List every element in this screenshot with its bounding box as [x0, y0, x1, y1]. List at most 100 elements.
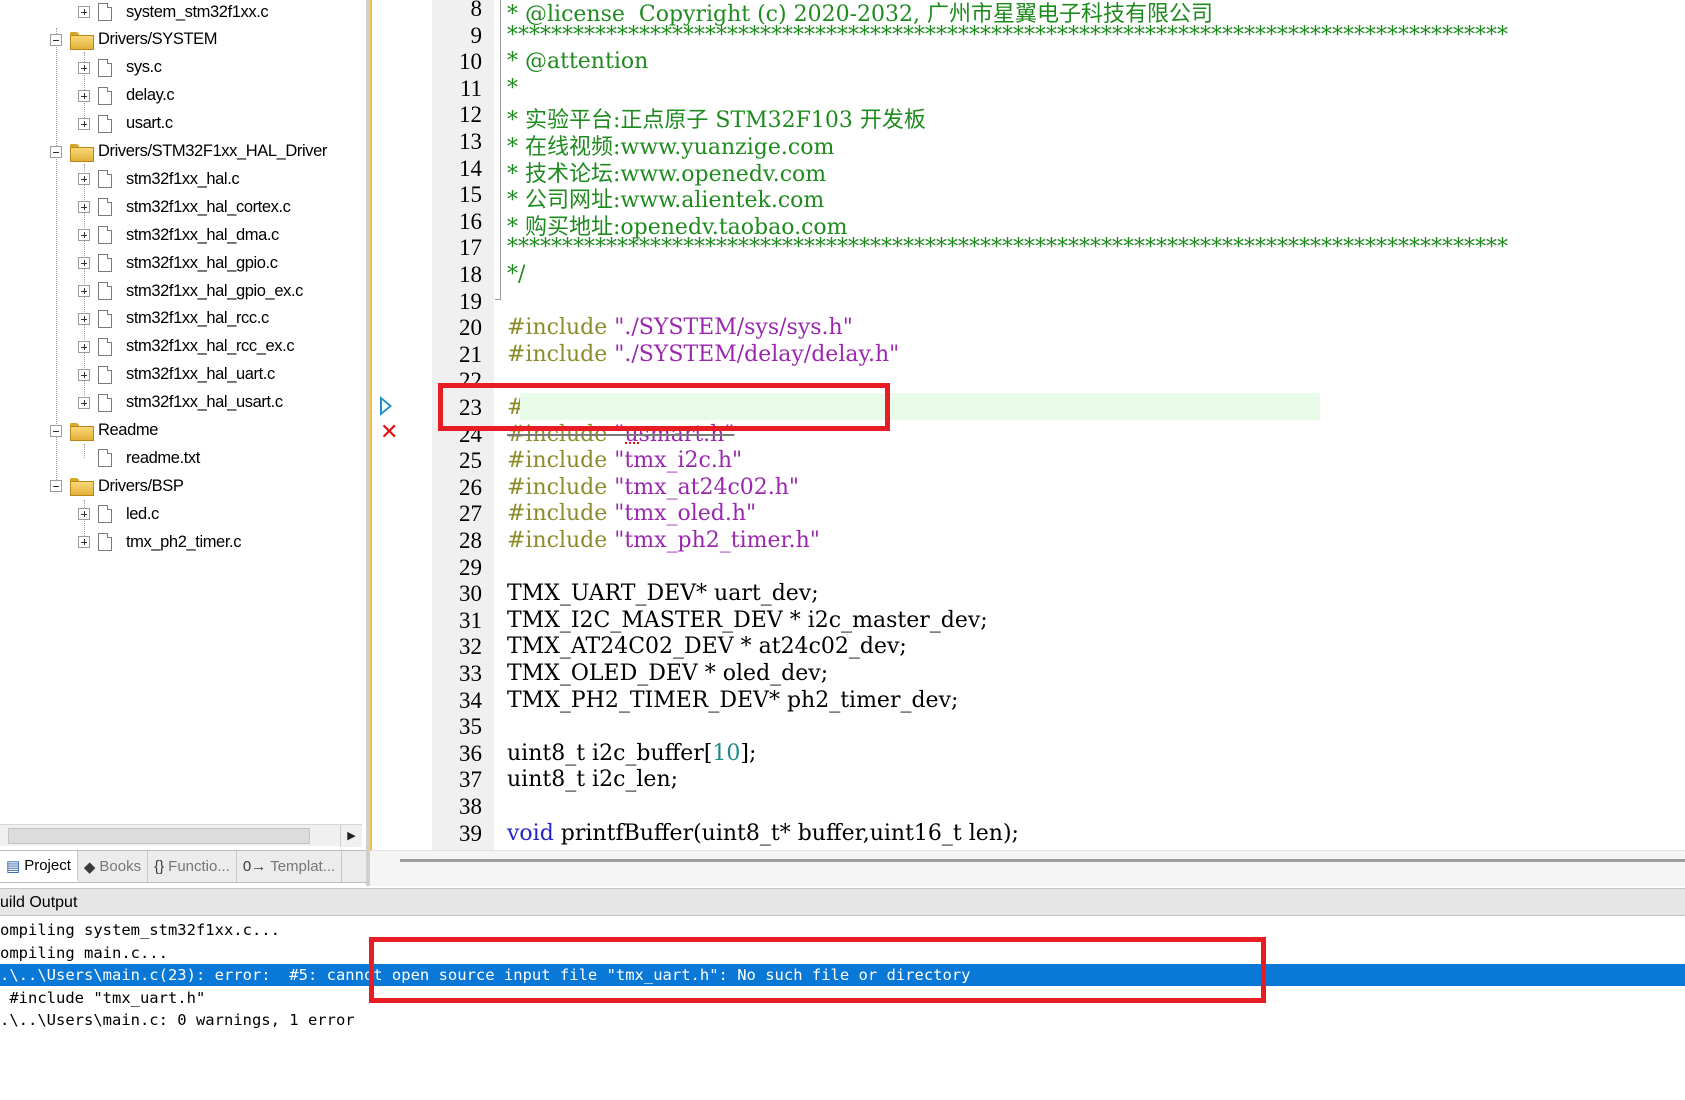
panel-tab-bar: ▤ Project ◆ Books{} Functio... 0→ Templat... [0, 850, 366, 883]
code-line[interactable]: uint8_t i2c_buffer[10]; [507, 741, 756, 768]
code-line[interactable]: * [507, 76, 518, 103]
line-number: 37 [459, 767, 482, 793]
panel-tab-project[interactable]: ▤ Project [0, 851, 78, 882]
code-line[interactable]: * 公司网址:www.alientek.com [507, 182, 824, 213]
tree-file-node[interactable]: led.c [78, 500, 159, 528]
build-output-line[interactable]: .\..\Users\main.c: 0 warnings, 1 error [0, 1009, 1685, 1031]
code-line[interactable]: #include "tmx_at24c02.h" [507, 475, 799, 502]
collapse-icon[interactable] [50, 145, 62, 158]
expand-icon[interactable] [78, 117, 90, 130]
tree-folder-node[interactable]: Drivers/STM32F1xx_HAL_Driver [50, 138, 327, 166]
scroll-right-arrow-icon[interactable]: ▶ [340, 825, 362, 847]
tree-folder-node[interactable]: Drivers/BSP [50, 472, 184, 500]
code-line[interactable]: * @license Copyright (c) 2020-2032, 广州市星… [507, 0, 1213, 27]
code-line[interactable]: #include "./SYSTEM/delay/delay.h" [507, 342, 899, 369]
tree-folder-node[interactable]: Drivers/SYSTEM [50, 26, 217, 54]
scrollbar-thumb[interactable] [8, 828, 310, 844]
error-marker-icon[interactable]: ✕ [380, 420, 398, 445]
tree-file-node[interactable]: delay.c [78, 82, 175, 110]
expand-icon[interactable] [78, 508, 90, 521]
code-token: ]; [740, 740, 757, 766]
tree-node-label: stm32f1xx_hal.c [126, 169, 240, 188]
code-line[interactable]: * @attention [507, 49, 648, 76]
file-icon [98, 282, 112, 300]
expand-icon[interactable] [78, 368, 90, 381]
expand-icon[interactable] [78, 201, 90, 214]
tree-file-node[interactable]: sys.c [78, 54, 162, 82]
code-line[interactable]: */ [507, 262, 525, 289]
expand-icon[interactable] [78, 536, 90, 549]
highlight-box-error-message [369, 937, 1266, 1003]
panel-tab-functions[interactable]: {} Functio... [148, 851, 237, 882]
tree-file-node[interactable]: stm32f1xx_hal_rcc_ex.c [78, 333, 295, 361]
tree-file-node[interactable]: stm32f1xx_hal.c [78, 165, 240, 193]
expand-icon[interactable] [78, 89, 90, 102]
tree-node-label: stm32f1xx_hal_gpio_ex.c [126, 281, 303, 300]
tree-file-node[interactable]: stm32f1xx_hal_dma.c [78, 221, 279, 249]
highlight-box-include-line [438, 383, 890, 431]
code-line[interactable]: uint8_t i2c_len; [507, 767, 678, 794]
tree-file-node[interactable]: stm32f1xx_hal_rcc.c [78, 305, 269, 333]
line-number: 17 [459, 235, 482, 261]
code-line[interactable]: * 实验平台:正点原子 STM32F103 开发板 [507, 102, 926, 133]
editor-horizontal-scrollbar[interactable] [370, 850, 1685, 886]
code-token: ****************************************… [507, 235, 1508, 261]
line-number: 13 [459, 129, 482, 154]
code-line[interactable]: TMX_UART_DEV* uart_dev; [507, 581, 819, 608]
expand-icon[interactable] [78, 285, 90, 297]
file-icon [98, 449, 112, 468]
panel-tab-templates[interactable]: 0→ Templat... [237, 851, 343, 882]
functions-icon: {} [154, 858, 165, 875]
tree-folder-node[interactable]: Readme [50, 417, 158, 445]
line-number: 32 [459, 634, 482, 660]
tree-file-node[interactable]: stm32f1xx_hal_gpio_ex.c [78, 277, 303, 305]
code-line[interactable]: #include "tmx_i2c.h" [507, 448, 742, 475]
code-line[interactable]: #include "./SYSTEM/sys/sys.h" [507, 315, 853, 342]
tree-node-label: tmx_ph2_timer.c [126, 532, 242, 551]
tree-file-node[interactable]: readme.txt [78, 444, 200, 472]
expand-icon[interactable] [78, 312, 90, 325]
folder-icon [70, 31, 94, 50]
panel-tab-books[interactable]: ◆ Books [78, 851, 149, 882]
tree-file-node[interactable]: usart.c [78, 110, 173, 138]
code-line[interactable]: TMX_PH2_TIMER_DEV* ph2_timer_dev; [507, 688, 958, 715]
code-line[interactable]: * 在线视频:www.yuanzige.com [507, 129, 834, 160]
code-line[interactable]: TMX_AT24C02_DEV * at24c02_dev; [507, 634, 907, 661]
code-token: TMX_AT24C02_DEV * at24c02_dev; [507, 634, 907, 660]
code-editor[interactable]: 8 9 10 11 12 13 14 15 16 17 18 19 20 21 22 23 24 25 26 27 28… [370, 0, 1685, 886]
collapse-icon[interactable] [50, 33, 62, 46]
code-line[interactable]: void printfBuffer(uint8_t* buffer,uint16… [507, 821, 1019, 848]
expand-icon[interactable] [78, 6, 90, 18]
tree-file-node[interactable]: stm32f1xx_hal_cortex.c [78, 193, 291, 221]
tree-node-label: led.c [126, 504, 159, 523]
templates-icon: 0→ [242, 858, 267, 875]
tree-file-node[interactable]: stm32f1xx_hal_uart.c [78, 361, 275, 389]
code-line[interactable]: TMX_I2C_MASTER_DEV * i2c_master_dev; [507, 608, 988, 635]
code-token: "tmx_ph2_timer.h" [614, 528, 820, 553]
file-icon [98, 533, 112, 552]
tree-node-label: Drivers/STM32F1xx_HAL_Driver [98, 142, 328, 160]
code-token: TMX_OLED_DEV * oled_dev; [507, 661, 829, 686]
code-line[interactable]: ****************************************… [507, 235, 1508, 262]
tree-file-node[interactable]: stm32f1xx_hal_gpio.c [78, 249, 278, 277]
tree-file-node[interactable]: system_stm32f1xx.c [78, 0, 269, 26]
expand-icon[interactable] [78, 396, 90, 409]
collapse-icon[interactable] [50, 480, 62, 493]
code-line[interactable]: TMX_OLED_DEV * oled_dev; [507, 661, 828, 688]
folder-icon [70, 422, 94, 441]
code-line[interactable]: * 技术论坛:www.openedv.com [507, 156, 826, 187]
expand-icon[interactable] [78, 61, 90, 74]
expand-icon[interactable] [78, 340, 90, 353]
expand-icon[interactable] [78, 173, 90, 186]
tree-node-label: stm32f1xx_hal_dma.c [126, 225, 279, 244]
code-line[interactable]: ****************************************… [507, 23, 1508, 50]
tree-file-node[interactable]: tmx_ph2_timer.c [78, 528, 241, 556]
code-line[interactable]: #include "tmx_ph2_timer.h" [507, 528, 820, 555]
collapse-icon[interactable] [50, 424, 62, 437]
code-line[interactable]: * 购买地址:openedv.taobao.com [507, 209, 848, 240]
expand-icon[interactable] [78, 257, 90, 270]
tree-horizontal-scrollbar[interactable]: ▶ [0, 824, 362, 847]
tree-file-node[interactable]: stm32f1xx_hal_usart.c [78, 389, 283, 417]
expand-icon[interactable] [78, 229, 90, 242]
code-line[interactable]: #include "tmx_oled.h" [507, 501, 756, 528]
